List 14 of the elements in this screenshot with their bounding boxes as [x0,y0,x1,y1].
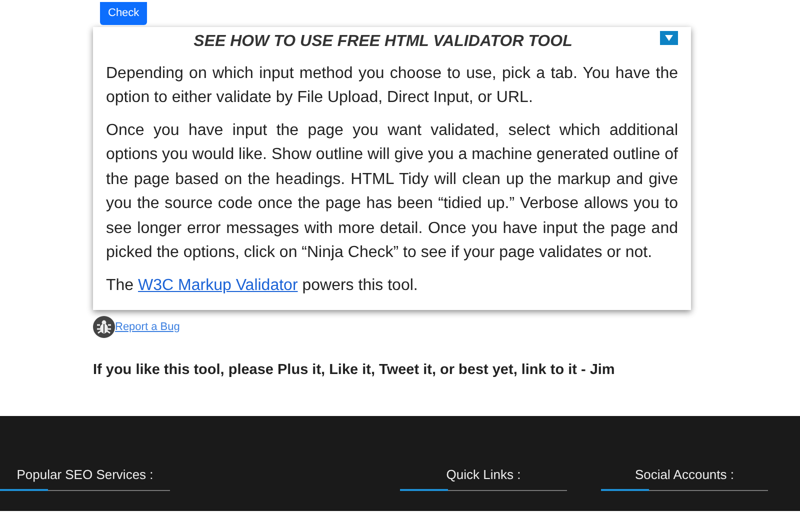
toggle-button[interactable] [660,30,678,44]
share-note: If you like this tool, please Plus it, Like it, Tweet it, or best yet, link to it - Jim [93,361,616,380]
footer-heading: Quick Links : [400,464,567,492]
footer-heading: Social Accounts : [601,464,768,492]
bug-icon [93,316,115,338]
caret-down-icon [665,34,673,40]
paragraph: Once you have input the page you want validated, select which additional options you would like. Show outline will give you a machine generated outline of the page based on the headings. HTML Tidy will clean up the markup and give you the source code once the page has been “tidied up.” Verbose allows you to see longer error messages with more detail. Once you have input the page and picked the options, click on “Ninja Check” to see if your page validates or not. [106,120,678,263]
footer-heading: Popular SEO Services : [0,464,170,492]
validator-link[interactable]: W3C Markup Validator [138,276,298,294]
paragraph: Depending on which input method you choose to use, pick a tab. You have the option to either validate by File Upload, Direct Input, or URL. [106,64,678,108]
panel-title: SEE HOW TO USE FREE HTML VALIDATOR TOOL [192,32,574,52]
paragraph: The W3C Markup Validator powers this tool. [106,276,419,296]
report-bug-link[interactable]: Report a Bug [115,318,180,336]
check-button[interactable]: Check [100,2,148,24]
